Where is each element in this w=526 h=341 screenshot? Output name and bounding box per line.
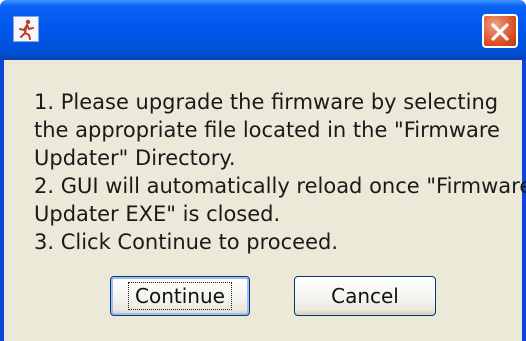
running-figure-icon — [13, 16, 39, 42]
message-line: 1. Please upgrade the firmware by select… — [34, 90, 499, 114]
close-button[interactable] — [482, 14, 518, 48]
message-line: the appropriate file located in the "Fir… — [34, 118, 500, 142]
continue-button-label: Continue — [128, 282, 232, 310]
title-bar[interactable] — [0, 0, 526, 60]
cancel-button[interactable]: Cancel — [294, 276, 436, 316]
message-line: Updater EXE" is closed. — [34, 202, 281, 226]
message-line: 2. GUI will automatically reload once "F… — [34, 174, 526, 198]
message-line: 3. Click Continue to proceed. — [34, 230, 339, 254]
dialog-body: 1. Please upgrade the firmware by select… — [4, 60, 526, 341]
dialog-window: 1. Please upgrade the firmware by select… — [0, 0, 526, 341]
message-text: 1. Please upgrade the firmware by select… — [34, 88, 526, 256]
continue-button[interactable]: Continue — [110, 276, 250, 316]
close-x-icon — [491, 23, 509, 41]
message-line: Updater" Directory. — [34, 146, 236, 170]
